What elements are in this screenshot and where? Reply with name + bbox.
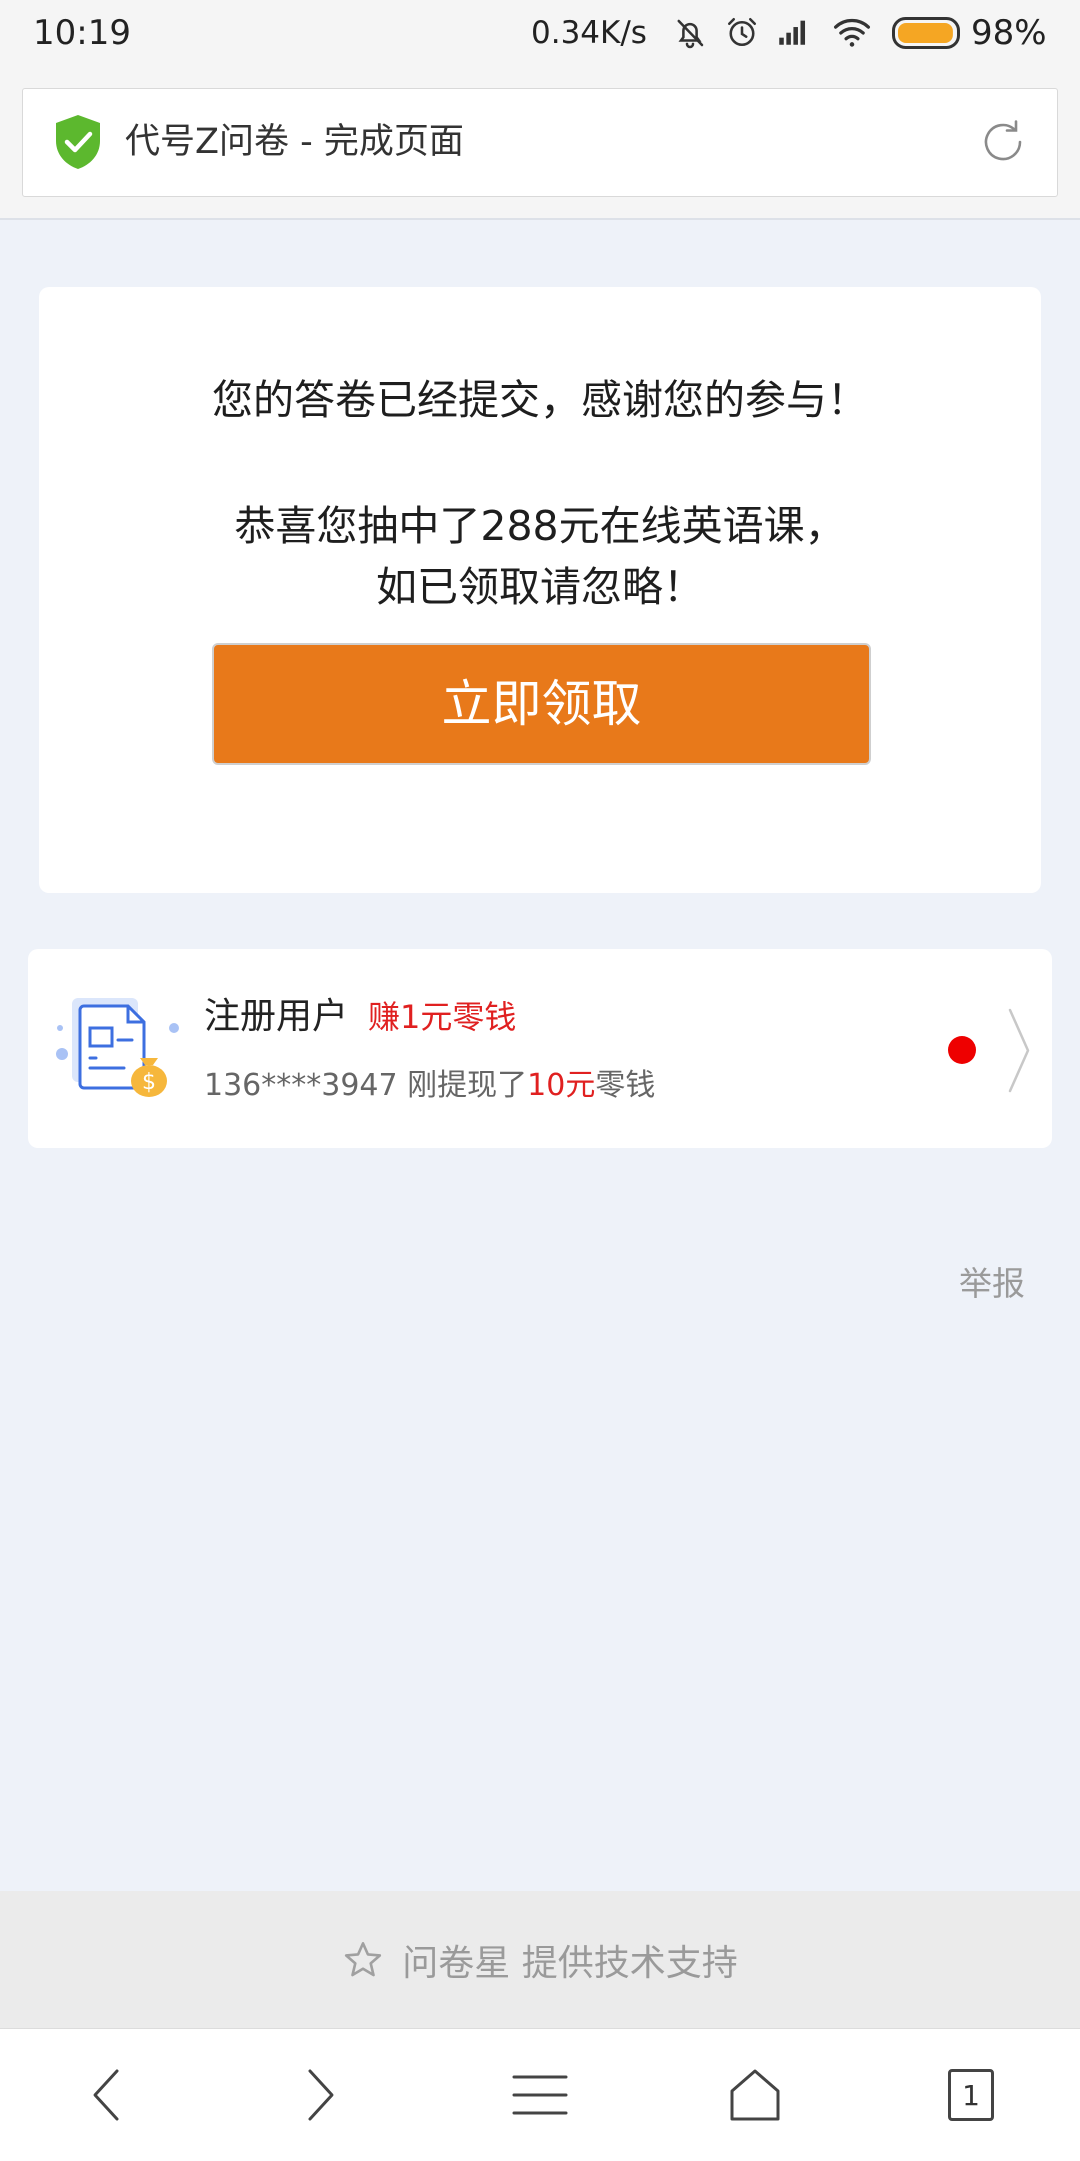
tabs-icon[interactable]: 1	[911, 2029, 1031, 2161]
battery-icon	[892, 17, 960, 49]
withdraw-notice: 136****3947 刚提现了10元零钱	[204, 1064, 655, 1108]
withdraw-notice-amount: 10元	[527, 1068, 596, 1103]
promo-title-row: 注册用户 赚1元零钱	[204, 992, 516, 1042]
withdraw-notice-suffix: 零钱	[595, 1068, 656, 1103]
reload-icon[interactable]	[977, 116, 1029, 168]
bell-off-icon	[672, 15, 708, 51]
withdraw-notice-user: 136****3947 刚提现了	[204, 1068, 528, 1103]
status-battery-level: 98%	[971, 13, 1047, 53]
status-time: 10:19	[33, 13, 131, 53]
prize-message-line2: 如已领取请忽略！	[376, 563, 704, 611]
thanks-message: 您的答卷已经提交，感谢您的参与！	[212, 376, 868, 424]
svg-text:$: $	[142, 1070, 156, 1095]
shield-check-icon	[52, 113, 104, 171]
promo-card[interactable]: $ 注册用户 赚1元零钱 136****3947 刚提现了10元零钱	[28, 949, 1052, 1148]
unread-dot	[948, 1036, 976, 1064]
promo-reward: 赚1元零钱	[368, 998, 517, 1036]
tech-support-footer[interactable]: 问卷星 提供技术支持	[0, 1891, 1080, 2028]
cell-signal-icon	[774, 15, 810, 49]
page-title: 代号Z问卷 - 完成页面	[125, 122, 464, 162]
document-money-bag-icon: $	[52, 992, 182, 1102]
report-link[interactable]: 举报	[959, 1261, 1025, 1307]
footer-text: 问卷星 提供技术支持	[402, 1942, 738, 1984]
alarm-clock-icon	[724, 14, 760, 50]
prize-message-line1: 恭喜您抽中了288元在线英语课，	[234, 502, 846, 550]
chevron-right-icon	[1006, 1006, 1032, 1095]
status-net-speed: 0.34K/s	[531, 15, 647, 51]
back-icon[interactable]	[45, 2029, 165, 2161]
menu-icon[interactable]	[480, 2029, 600, 2161]
wifi-icon	[832, 14, 872, 50]
tab-count: 1	[948, 2069, 994, 2121]
browser-header: 10:19 0.34K/s 98% 代号Z问卷 - 完成页面	[0, 0, 1080, 220]
home-icon[interactable]	[695, 2029, 815, 2161]
result-card: 您的答卷已经提交，感谢您的参与！ 恭喜您抽中了288元在线英语课， 如已领取请忽…	[39, 287, 1041, 893]
star-outline-icon	[342, 1939, 384, 1981]
claim-button[interactable]: 立即领取	[212, 643, 871, 765]
bottom-nav: 1	[0, 2028, 1080, 2161]
forward-icon[interactable]	[262, 2029, 382, 2161]
promo-title: 注册用户	[204, 996, 349, 1037]
address-bar[interactable]: 代号Z问卷 - 完成页面	[22, 88, 1058, 197]
